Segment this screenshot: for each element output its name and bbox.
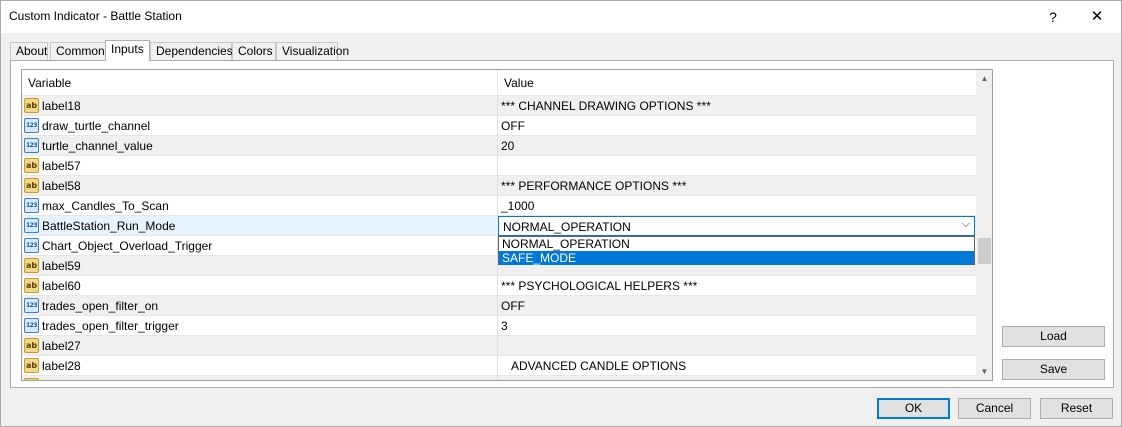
- variable-value[interactable]: OFF: [501, 299, 525, 313]
- tab-visualization[interactable]: Visualization: [276, 42, 349, 60]
- variable-value[interactable]: *** CHANNEL DRAWING OPTIONS ***: [501, 99, 711, 113]
- variable-name: label27: [42, 339, 81, 353]
- variable-name: draw_turtle_channel: [42, 119, 151, 133]
- help-button[interactable]: ?: [1039, 5, 1067, 29]
- text-variable-icon: ab: [24, 98, 39, 113]
- variable-name: label59: [42, 259, 81, 273]
- column-header-variable[interactable]: Variable: [28, 76, 71, 90]
- table-row[interactable]: 123 trades_open_filter_trigger 3: [22, 316, 976, 336]
- title-bar: Custom Indicator - Battle Station ? ✕: [1, 1, 1121, 33]
- variable-value[interactable]: OFF: [501, 119, 525, 133]
- variable-name: BattleStation_Run_Mode: [42, 219, 176, 233]
- variable-name: label60: [42, 279, 81, 293]
- table-row[interactable]: ab label28 ADVANCED CANDLE OPTIONS: [22, 356, 976, 376]
- table-row[interactable]: ab label18 *** CHANNEL DRAWING OPTIONS *…: [22, 96, 976, 116]
- reset-button[interactable]: Reset: [1040, 398, 1113, 419]
- dropdown-option-normal-operation[interactable]: NORMAL_OPERATION: [499, 237, 974, 251]
- variable-name: label28: [42, 359, 81, 373]
- text-variable-icon: ab: [24, 158, 39, 173]
- chevron-down-icon[interactable]: ⌵: [962, 218, 970, 231]
- table-row-partial: [22, 376, 976, 380]
- table-row[interactable]: 123 draw_turtle_channel OFF: [22, 116, 976, 136]
- text-variable-icon: ab: [24, 338, 39, 353]
- table-row[interactable]: ab label27: [22, 336, 976, 356]
- tab-dependencies[interactable]: Dependencies: [150, 42, 233, 60]
- scroll-up-icon[interactable]: ▲: [976, 70, 992, 87]
- tab-common[interactable]: Common: [50, 42, 106, 60]
- run-mode-combobox[interactable]: NORMAL_OPERATION ⌵: [498, 216, 975, 236]
- variable-name: Chart_Object_Overload_Trigger: [42, 239, 213, 253]
- tab-about[interactable]: About: [10, 42, 48, 60]
- scroll-thumb[interactable]: [978, 238, 991, 264]
- numeric-variable-icon: 123: [24, 238, 39, 253]
- scroll-down-icon[interactable]: ▼: [976, 363, 992, 380]
- numeric-variable-icon: 123: [24, 298, 39, 313]
- text-variable-icon: ab: [24, 178, 39, 193]
- variable-name: trades_open_filter_trigger: [42, 319, 179, 333]
- text-variable-icon: ab: [24, 278, 39, 293]
- text-variable-icon: ab: [24, 358, 39, 373]
- variable-value[interactable]: *** PSYCHOLOGICAL HELPERS ***: [501, 279, 697, 293]
- variable-name: label58: [42, 179, 81, 193]
- table-row[interactable]: 123 max_Candles_To_Scan _1000: [22, 196, 976, 216]
- variable-value[interactable]: 20: [501, 139, 514, 153]
- load-button[interactable]: Load: [1002, 326, 1105, 347]
- text-variable-icon: [24, 378, 39, 380]
- column-header-value[interactable]: Value: [504, 76, 534, 90]
- table-row-selected[interactable]: 123 BattleStation_Run_Mode NORMAL_OPERAT…: [22, 216, 976, 236]
- grid-header: Variable Value: [22, 70, 976, 96]
- table-row[interactable]: ab label57: [22, 156, 976, 176]
- numeric-variable-icon: 123: [24, 198, 39, 213]
- numeric-variable-icon: 123: [24, 138, 39, 153]
- cancel-button[interactable]: Cancel: [958, 398, 1031, 419]
- dropdown-option-safe-mode[interactable]: SAFE_MODE: [499, 251, 974, 265]
- dialog-window: Custom Indicator - Battle Station ? ✕ Ab…: [0, 0, 1122, 427]
- table-row[interactable]: 123 trades_open_filter_on OFF: [22, 296, 976, 316]
- variable-name: trades_open_filter_on: [42, 299, 159, 313]
- grid-scrollbar[interactable]: ▲ ▼: [976, 70, 992, 380]
- ok-button[interactable]: OK: [877, 398, 950, 419]
- variable-name: turtle_channel_value: [42, 139, 153, 153]
- window-title: Custom Indicator - Battle Station: [9, 9, 182, 23]
- variable-name: label18: [42, 99, 81, 113]
- numeric-variable-icon: 123: [24, 218, 39, 233]
- numeric-variable-icon: 123: [24, 118, 39, 133]
- numeric-variable-icon: 123: [24, 318, 39, 333]
- close-button[interactable]: ✕: [1083, 5, 1111, 29]
- run-mode-selected-value: NORMAL_OPERATION: [503, 220, 631, 234]
- table-row[interactable]: ab label58 *** PERFORMANCE OPTIONS ***: [22, 176, 976, 196]
- save-button[interactable]: Save: [1002, 359, 1105, 380]
- variable-value[interactable]: 3: [501, 319, 508, 333]
- table-row[interactable]: ab label60 *** PSYCHOLOGICAL HELPERS ***: [22, 276, 976, 296]
- variable-value[interactable]: _1000: [501, 199, 534, 213]
- variable-value[interactable]: *** PERFORMANCE OPTIONS ***: [501, 179, 686, 193]
- run-mode-dropdown-list: NORMAL_OPERATION SAFE_MODE: [498, 236, 975, 265]
- variable-name: max_Candles_To_Scan: [42, 199, 169, 213]
- inputs-grid: Variable Value ab label18 *** CHANNEL DR…: [21, 69, 993, 381]
- variable-value[interactable]: ADVANCED CANDLE OPTIONS: [511, 359, 686, 373]
- text-variable-icon: ab: [24, 258, 39, 273]
- variable-name: label57: [42, 159, 81, 173]
- tab-colors[interactable]: Colors: [232, 42, 276, 60]
- table-row[interactable]: 123 turtle_channel_value 20: [22, 136, 976, 156]
- tab-inputs[interactable]: Inputs: [105, 40, 150, 61]
